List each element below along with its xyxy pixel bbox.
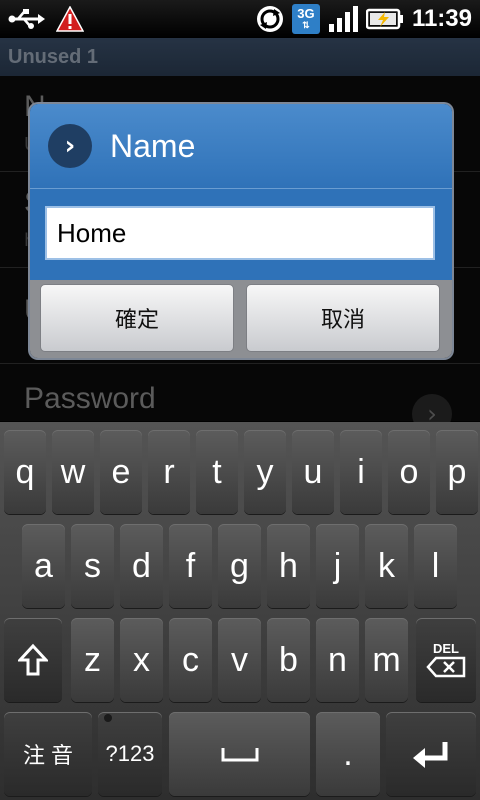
key-l[interactable]: l <box>414 524 457 608</box>
key-v[interactable]: v <box>218 618 261 702</box>
space-key[interactable] <box>169 712 310 796</box>
period-key[interactable]: . <box>316 712 380 796</box>
delete-key-label: DEL <box>433 641 459 656</box>
battery-charging-icon <box>365 8 403 30</box>
key-k[interactable]: k <box>365 524 408 608</box>
key-a[interactable]: a <box>22 524 65 608</box>
ok-button[interactable]: 確定 <box>40 284 234 352</box>
key-q[interactable]: q <box>4 430 46 514</box>
name-input[interactable] <box>45 206 435 260</box>
key-o[interactable]: o <box>388 430 430 514</box>
key-y[interactable]: y <box>244 430 286 514</box>
backspace-icon <box>426 656 466 678</box>
key-c[interactable]: c <box>169 618 212 702</box>
shift-key[interactable] <box>4 618 62 702</box>
key-u[interactable]: u <box>292 430 334 514</box>
network-label: 3G <box>297 6 315 21</box>
space-bar-icon <box>221 748 258 762</box>
key-t[interactable]: t <box>196 430 238 514</box>
key-w[interactable]: w <box>52 430 94 514</box>
chevron-right-icon: › <box>48 124 92 168</box>
key-h[interactable]: h <box>267 524 310 608</box>
status-bar: 3G ⇅ 11:39 <box>0 0 480 38</box>
network-3g-icon: 3G ⇅ <box>291 4 320 34</box>
symbols-key[interactable]: ?123 <box>98 712 162 796</box>
dialog-button-bar: 確定 取消 <box>30 280 452 358</box>
enter-key[interactable] <box>386 712 476 796</box>
key-g[interactable]: g <box>218 524 261 608</box>
key-e[interactable]: e <box>100 430 142 514</box>
data-arrows-icon: ⇅ <box>302 20 310 30</box>
usb-icon <box>8 9 45 29</box>
enter-arrow-icon <box>413 742 448 768</box>
warning-icon <box>56 6 84 32</box>
dialog-header: › Name <box>30 104 452 188</box>
key-d[interactable]: d <box>120 524 163 608</box>
dialog-title: Name <box>110 127 196 164</box>
key-r[interactable]: r <box>148 430 190 514</box>
clock: 11:39 <box>411 5 472 32</box>
key-j[interactable]: j <box>316 524 359 608</box>
key-p[interactable]: p <box>436 430 478 514</box>
signal-icon <box>328 6 358 32</box>
delete-key[interactable]: DEL <box>416 618 476 702</box>
key-i[interactable]: i <box>340 430 382 514</box>
key-s[interactable]: s <box>71 524 114 608</box>
cancel-button[interactable]: 取消 <box>246 284 440 352</box>
key-z[interactable]: z <box>71 618 114 702</box>
language-key[interactable]: 注 音 <box>4 712 92 796</box>
soft-keyboard: q w e r t y u i o p a s d f g h j k l z x c v b n m DEL 注 音 ?123. <box>0 422 480 800</box>
symbols-key-dot <box>104 714 112 722</box>
key-b[interactable]: b <box>267 618 310 702</box>
dialog-body <box>30 188 452 281</box>
shift-arrow-icon <box>18 643 48 676</box>
key-x[interactable]: x <box>120 618 163 702</box>
name-dialog: › Name 確定 取消 <box>30 104 452 358</box>
key-m[interactable]: m <box>365 618 408 702</box>
sync-icon <box>256 6 283 32</box>
key-f[interactable]: f <box>169 524 212 608</box>
key-n[interactable]: n <box>316 618 359 702</box>
